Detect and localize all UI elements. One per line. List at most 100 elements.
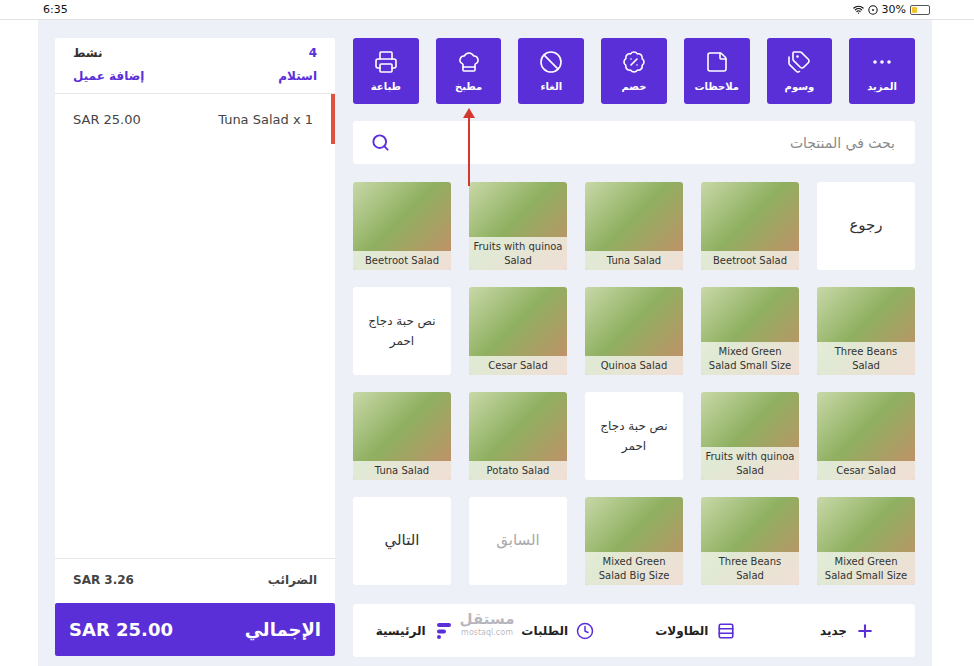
text-card[interactable]: رجوع: [817, 182, 915, 270]
product-card[interactable]: Cesar Salad: [817, 392, 915, 480]
tool-label: مطبخ: [455, 81, 482, 92]
products-panel: المزيد وسوم ملاحظات خصم الغاء مطبخ طباعة رجوع Be…: [353, 38, 915, 656]
battery-percent: 30%: [882, 3, 906, 16]
nav-label: الطلبات: [521, 624, 568, 638]
order-type[interactable]: استلام: [278, 69, 317, 83]
product-card[interactable]: Quinoa Salad: [585, 287, 683, 375]
card-label: رجوع: [849, 213, 882, 239]
home-logo-icon: [434, 621, 454, 641]
product-label: Beetroot Salad: [701, 251, 799, 271]
product-card[interactable]: Three Beans Salad: [817, 287, 915, 375]
card-label: التالي: [385, 528, 420, 554]
product-label: Three Beans Salad: [817, 342, 915, 375]
tool-label: المزيد: [867, 81, 897, 92]
cart-header: 4 نشط استلام إضافة عميل: [55, 38, 335, 94]
cart-header-row: 4 نشط: [73, 46, 317, 60]
tool-label: وسوم: [785, 81, 815, 92]
product-label: Three Beans Salad: [701, 552, 799, 585]
search-input[interactable]: [400, 134, 897, 152]
search-field: [353, 121, 915, 164]
nav-label: الطاولات: [655, 624, 708, 638]
cart-item[interactable]: Tuna Salad x 1SAR 25.00: [55, 94, 335, 144]
watermark-url: mostaql.com: [461, 628, 513, 637]
cancel-button[interactable]: الغاء: [518, 38, 584, 104]
product-card[interactable]: Fruits with quinoa Salad: [469, 182, 567, 270]
kitchen-button[interactable]: مطبخ: [436, 38, 502, 104]
total-bar[interactable]: الإجمالي SAR 25.00: [55, 603, 335, 656]
status-time: 6:35: [43, 3, 68, 16]
add-customer-button[interactable]: إضافة عميل: [73, 69, 144, 83]
product-label: Quinoa Salad: [585, 356, 683, 376]
tool-label: الغاء: [540, 81, 562, 92]
clock-icon: [576, 622, 594, 640]
product-label: Fruits with quinoa Salad: [469, 237, 567, 270]
plus-icon: [855, 621, 875, 641]
nav-label: الرئيسية: [376, 624, 426, 638]
tax-value: SAR 3.26: [73, 573, 134, 587]
kitchen-icon: [457, 50, 481, 74]
product-label: Tuna Salad: [585, 251, 683, 271]
total-value: SAR 25.00: [69, 619, 173, 640]
watermark: مستقلmostaql.com: [457, 610, 517, 637]
card-label: نص حبة دجاج احمر: [359, 311, 445, 352]
status-bar: 6:35 30%: [0, 0, 974, 20]
more-button[interactable]: المزيد: [849, 38, 915, 104]
tax-row: الضرائبSAR 3.26: [55, 558, 335, 603]
pos-screen: 6:35 30% المزيد وسوم ملاحظات خصم الغاء مطبخ طباع…: [0, 0, 974, 666]
product-card[interactable]: Mixed Green Salad Small Size: [701, 287, 799, 375]
print-button[interactable]: طباعة: [353, 38, 419, 104]
tool-label: طباعة: [371, 81, 401, 92]
cart-item-price: SAR 25.00: [73, 112, 141, 127]
wifi-icon: [853, 4, 864, 15]
more-icon: [870, 50, 894, 74]
product-label: Cesar Salad: [469, 356, 567, 376]
text-card: السابق: [469, 497, 567, 585]
product-card[interactable]: Cesar Salad: [469, 287, 567, 375]
product-card[interactable]: Tuna Salad: [585, 182, 683, 270]
product-label: Cesar Salad: [817, 461, 915, 481]
cart-list: Tuna Salad x 1SAR 25.00: [55, 94, 335, 558]
product-card[interactable]: Potato Salad: [469, 392, 567, 480]
product-label: Mixed Green Salad Big Size: [585, 552, 683, 585]
discount-button[interactable]: خصم: [601, 38, 667, 104]
print-icon: [374, 50, 398, 74]
text-card[interactable]: نص حبة دجاج احمر: [353, 287, 451, 375]
text-card[interactable]: التالي: [353, 497, 451, 585]
tables-icon: [717, 622, 735, 640]
new-nav-item[interactable]: جديد: [775, 604, 916, 657]
product-label: Mixed Green Salad Small Size: [701, 342, 799, 375]
product-card[interactable]: Three Beans Salad: [701, 497, 799, 585]
home-nav-item[interactable]: الرئيسية: [353, 604, 494, 657]
notes-button[interactable]: ملاحظات: [684, 38, 750, 104]
tags-button[interactable]: وسوم: [767, 38, 833, 104]
total-label: الإجمالي: [245, 619, 321, 640]
order-count: 4: [309, 46, 317, 60]
product-label: Tuna Salad: [353, 461, 451, 481]
product-card[interactable]: Mixed Green Salad Big Size: [585, 497, 683, 585]
status-icons: 30%: [853, 3, 930, 16]
cancel-icon: [539, 50, 563, 74]
product-card[interactable]: Mixed Green Salad Small Size: [817, 497, 915, 585]
product-label: Beetroot Salad: [353, 251, 451, 271]
search-icon[interactable]: [371, 133, 390, 152]
pos-layout: المزيد وسوم ملاحظات خصم الغاء مطبخ طباعة رجوع Be…: [38, 20, 932, 666]
order-status: نشط: [73, 46, 103, 60]
screen-frame: المزيد وسوم ملاحظات خصم الغاء مطبخ طباعة رجوع Be…: [0, 20, 974, 666]
orders-nav-item[interactable]: الطلبات: [494, 604, 635, 657]
notes-icon: [705, 50, 729, 74]
tool-label: ملاحظات: [694, 81, 739, 92]
watermark-text: مستقل: [460, 610, 515, 628]
product-card[interactable]: Beetroot Salad: [353, 182, 451, 270]
lock-rotation-icon: [868, 5, 878, 15]
product-card[interactable]: Tuna Salad: [353, 392, 451, 480]
product-card[interactable]: Fruits with quinoa Salad: [701, 392, 799, 480]
bottom-nav: جديد الطاولات الطلبات الرئيسية مستقلmostaql.…: [353, 604, 915, 657]
tables-nav-item[interactable]: الطاولات: [634, 604, 775, 657]
product-grid: رجوع Beetroot Salad Tuna Salad Fruits with …: [353, 182, 915, 585]
product-card[interactable]: Beetroot Salad: [701, 182, 799, 270]
text-card[interactable]: نص حبة دجاج احمر: [585, 392, 683, 480]
product-label: Potato Salad: [469, 461, 567, 481]
toolbar: المزيد وسوم ملاحظات خصم الغاء مطبخ طباعة: [353, 38, 915, 104]
battery-icon: [910, 5, 930, 15]
discount-icon: [622, 50, 646, 74]
